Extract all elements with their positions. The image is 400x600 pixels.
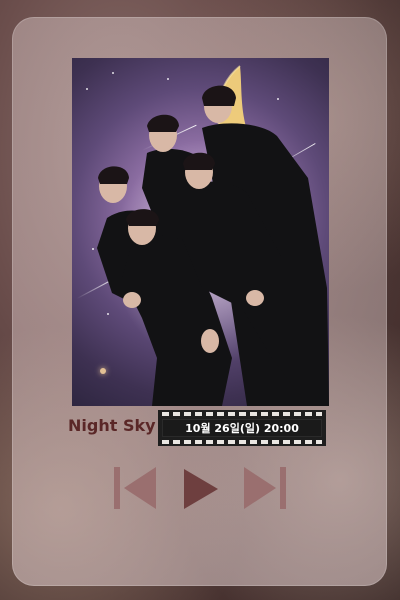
playback-controls (0, 465, 400, 515)
film-frame: 10월 26일(일) 20:00 (162, 419, 322, 437)
film-perforations (162, 440, 322, 444)
event-date: 10월 26일(일) 20:00 (185, 422, 299, 435)
skip-next-icon (244, 467, 286, 509)
film-perforations (162, 412, 322, 416)
song-title: Night Sky (68, 416, 156, 435)
play-icon (184, 469, 218, 509)
film-strip-banner: 10월 26일(일) 20:00 (158, 410, 326, 446)
next-button[interactable] (242, 465, 290, 513)
album-artwork (72, 58, 329, 406)
play-button[interactable] (182, 465, 220, 513)
previous-button[interactable] (112, 465, 160, 513)
group-photo (97, 85, 329, 406)
skip-previous-icon (114, 467, 156, 509)
